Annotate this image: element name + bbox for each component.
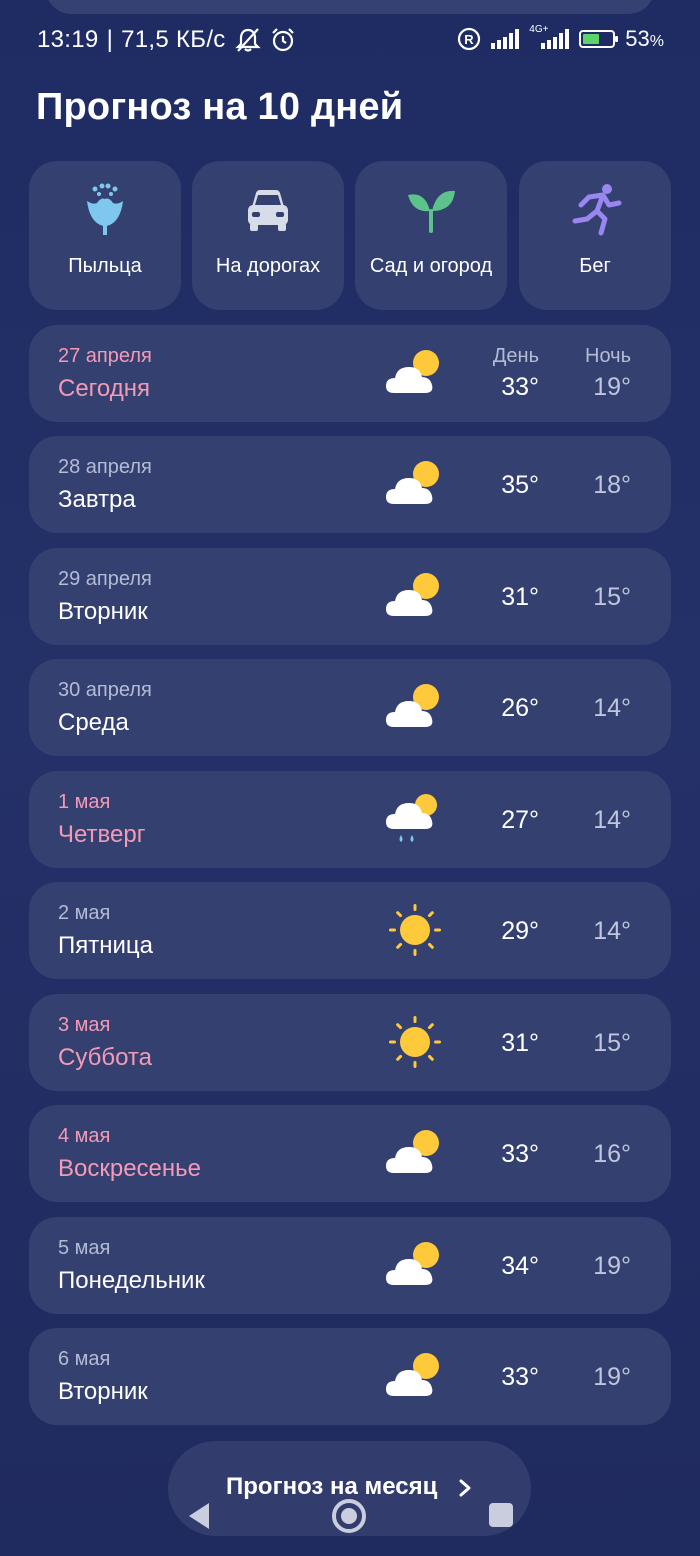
night-temperature: 19° (593, 373, 631, 401)
day-date: 29 апреля (58, 568, 152, 590)
day-temperature: 34° (501, 1252, 539, 1280)
day-date: 27 апреля (58, 345, 152, 367)
notifications-off-icon (234, 28, 261, 52)
alarm-icon (271, 28, 294, 52)
day-row[interactable]: 30 апреля Среда 26° 14° (29, 659, 671, 756)
category-label: Пыльца (68, 255, 142, 277)
night-temperature: 16° (593, 1140, 631, 1168)
nav-recents-icon[interactable] (488, 1502, 514, 1528)
nav-home-icon[interactable] (331, 1498, 367, 1534)
day-temperature: 31° (501, 583, 539, 611)
category-running[interactable]: Бег (519, 161, 671, 310)
day-name: Среда (58, 709, 129, 736)
partly-cloudy-icon (384, 679, 446, 735)
partly-cloudy-icon (384, 1348, 446, 1404)
status-network-speed: 71,5 КБ/с (121, 26, 226, 53)
night-temperature: 14° (593, 806, 631, 834)
day-temperature: 27° (501, 806, 539, 834)
day-temperature: 33° (501, 1140, 539, 1168)
day-row[interactable]: 28 апреля Завтра 35° 18° (29, 436, 671, 533)
sprout-icon (408, 190, 455, 233)
car-icon (248, 190, 288, 231)
battery-percent: 53 (625, 26, 650, 51)
light-rain-icon (384, 791, 446, 847)
system-navigation-bar (0, 1490, 700, 1556)
category-label: Сад и огород (369, 255, 493, 277)
day-row[interactable]: 29 апреля Вторник 31° 15° (29, 548, 671, 645)
sunny-icon (384, 1014, 446, 1070)
day-date: 4 мая (58, 1125, 111, 1147)
status-bar: 13:19 | 71,5 КБ/с R 4G+ 53% (0, 0, 700, 80)
day-name: Четверг (58, 821, 146, 848)
day-name: Суббота (58, 1044, 152, 1071)
day-date: 3 мая (58, 1014, 111, 1036)
day-date: 5 мая (58, 1237, 111, 1259)
day-row[interactable]: 1 мая Четверг 27° 14° (29, 771, 671, 868)
day-row[interactable]: 27 апреля Сегодня День Ночь 33° 19° (29, 325, 671, 422)
battery-charging-icon (579, 30, 619, 48)
day-date: 2 мая (58, 902, 111, 924)
partly-cloudy-icon (384, 1125, 446, 1181)
day-row[interactable]: 5 мая Понедельник 34° 19° (29, 1217, 671, 1314)
night-column-label: Ночь (585, 345, 631, 367)
signal-4g-icon: 4G+ (529, 25, 570, 49)
category-label: На дорогах (215, 255, 321, 277)
night-temperature: 14° (593, 694, 631, 722)
day-name: Пятница (58, 932, 153, 959)
day-name: Воскресенье (58, 1155, 202, 1182)
partly-cloudy-icon (384, 345, 446, 401)
day-row[interactable]: 4 мая Воскресенье 33° 16° (29, 1105, 671, 1202)
day-temperature: 35° (501, 471, 539, 499)
day-temperature: 26° (501, 694, 539, 722)
day-temperature: 33° (501, 373, 539, 401)
registered-icon: R (458, 27, 481, 51)
sunny-icon (384, 902, 446, 958)
night-temperature: 15° (593, 583, 631, 611)
battery-percent-sign: % (649, 33, 664, 50)
day-name: Вторник (58, 1378, 148, 1405)
nav-back-icon[interactable] (185, 1500, 213, 1532)
night-temperature: 19° (593, 1252, 631, 1280)
category-garden[interactable]: Сад и огород (355, 161, 507, 310)
partly-cloudy-icon (384, 456, 446, 512)
signal-icon (491, 29, 520, 49)
battery-level: 53% (625, 26, 664, 52)
day-temperature: 29° (501, 917, 539, 945)
category-roads[interactable]: На дорогах (192, 161, 344, 310)
day-name: Вторник (58, 598, 148, 625)
status-left: 13:19 | 71,5 КБ/с (37, 26, 296, 54)
category-label: Бег (579, 255, 611, 277)
day-name: Сегодня (58, 375, 150, 402)
day-row[interactable]: 3 мая Суббота 31° 15° (29, 994, 671, 1091)
night-temperature: 19° (593, 1363, 631, 1391)
partly-cloudy-icon (384, 1237, 446, 1293)
network-type-label: 4G+ (529, 24, 549, 35)
day-column-label: День (492, 345, 539, 367)
night-temperature: 15° (593, 1029, 631, 1057)
day-row[interactable]: 6 мая Вторник 33° 19° (29, 1328, 671, 1425)
day-date: 28 апреля (58, 456, 152, 478)
day-date: 6 мая (58, 1348, 111, 1370)
activity-categories: Пыльца На дорогах Сад и огород Бег (29, 161, 671, 310)
day-name: Завтра (58, 486, 136, 513)
day-date: 1 мая (58, 791, 111, 813)
page-title: Прогноз на 10 дней (36, 86, 404, 128)
day-row[interactable]: 2 мая Пятница 29° 14° (29, 882, 671, 979)
runner-icon (572, 184, 622, 236)
night-temperature: 18° (593, 471, 631, 499)
category-pollen[interactable]: Пыльца (29, 161, 181, 310)
status-separator: | (106, 26, 114, 53)
status-time: 13:19 (37, 26, 99, 53)
night-temperature: 14° (593, 917, 631, 945)
flower-icon (87, 183, 123, 235)
day-name: Понедельник (58, 1267, 205, 1294)
day-date: 30 апреля (58, 679, 152, 701)
status-right: R 4G+ 53% (457, 25, 664, 52)
day-temperature: 33° (501, 1363, 539, 1391)
day-temperature: 31° (501, 1029, 539, 1057)
svg-text:R: R (465, 32, 475, 47)
partly-cloudy-icon (384, 568, 446, 624)
